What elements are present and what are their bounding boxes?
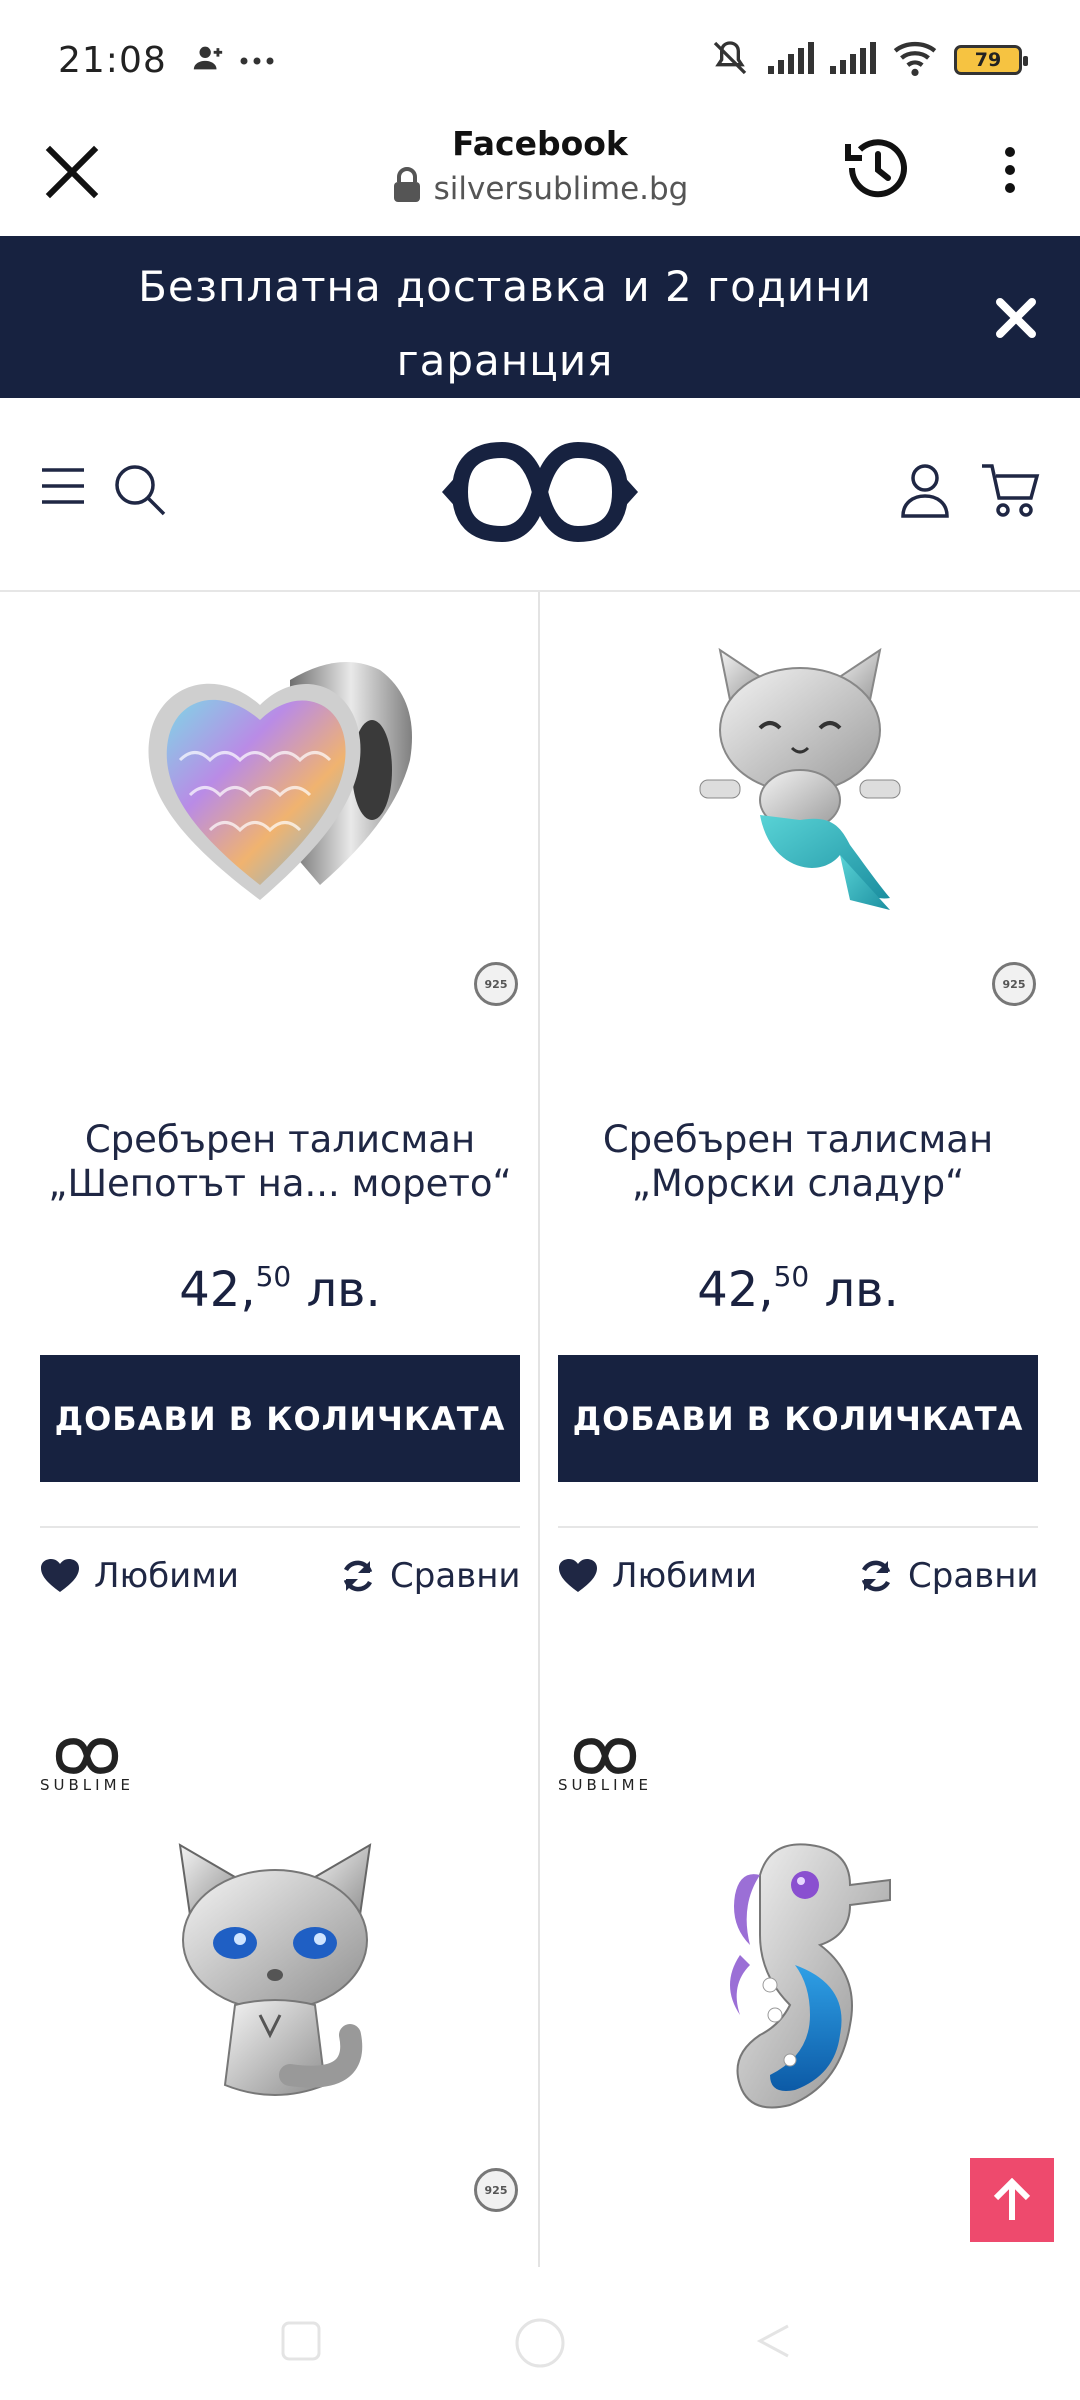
status-time: 21:08 [58, 39, 167, 81]
price-main: 42, [697, 1262, 774, 1318]
announcement-text: Безплатна доставка и 2 години гаранция [138, 262, 872, 385]
product-image-seahorse-charm[interactable] [700, 1835, 900, 2129]
search-icon[interactable] [112, 462, 168, 522]
compare-label: Сравни [390, 1556, 521, 1596]
product-title[interactable]: Сребърен талисман „Морски сладур“ [548, 1118, 1048, 1206]
account-icon[interactable] [900, 462, 950, 522]
product-image-fox-charm[interactable] [170, 1835, 380, 2129]
product-price: 42,50 лв. [40, 1260, 520, 1318]
wifi-icon [892, 40, 938, 80]
announcement-bar: Безплатна доставка и 2 години гаранция [0, 236, 1080, 398]
browser-url: silversublime.bg [433, 171, 689, 207]
price-currency: лв. [306, 1262, 381, 1318]
home-icon[interactable] [513, 2316, 567, 2374]
add-to-cart-button[interactable]: ДОБАВИ В КОЛИЧКАТА [558, 1355, 1038, 1482]
back-icon[interactable] [752, 2320, 794, 2366]
brand-mark: SUBLIME [558, 1738, 652, 1794]
browser-bar: Facebook silversublime.bg [0, 120, 1080, 236]
mute-icon [708, 38, 752, 82]
product-image-mermaid-cat-charm[interactable] [690, 640, 910, 924]
favorite-button[interactable]: Любими [558, 1556, 757, 1596]
compare-refresh-icon [861, 1560, 891, 1592]
favorite-label: Любими [94, 1556, 239, 1596]
menu-icon[interactable] [40, 466, 86, 510]
url-block[interactable]: Facebook silversublime.bg [0, 124, 1080, 211]
product-title[interactable]: Сребърен талисман „Шепотът на... морето“ [30, 1118, 530, 1206]
price-main: 42, [179, 1262, 256, 1318]
compare-refresh-icon [343, 1560, 373, 1592]
product-image-heart-charm[interactable] [140, 650, 420, 924]
product-price: 42,50 лв. [558, 1260, 1038, 1318]
site-header [0, 398, 1080, 592]
browser-title: Facebook [452, 124, 628, 163]
lock-icon [392, 167, 422, 211]
compare-label: Сравни [908, 1556, 1039, 1596]
person-add-icon [191, 41, 225, 79]
announcement-close-icon[interactable] [992, 294, 1040, 342]
compare-button[interactable]: Сравни [858, 1556, 1039, 1596]
price-currency: лв. [824, 1262, 899, 1318]
history-icon[interactable] [840, 130, 916, 206]
scroll-to-top-button[interactable] [970, 2158, 1054, 2242]
cart-icon[interactable] [980, 460, 1040, 524]
system-nav-bar [0, 2290, 1080, 2400]
card-divider [40, 1526, 520, 1528]
price-cents: 50 [773, 1260, 810, 1293]
heart-icon [559, 1559, 597, 1592]
card-divider [558, 1526, 1038, 1528]
logo-infinity-icon [55, 1738, 119, 1774]
battery-level: 79 [974, 49, 1002, 71]
grid-divider [538, 592, 540, 2267]
status-bar: 21:08 79 [0, 0, 1080, 120]
brand-mark: SUBLIME [40, 1738, 134, 1794]
signal-icon [768, 42, 814, 78]
more-dots-icon [239, 51, 275, 70]
battery-icon: 79 [954, 45, 1028, 75]
logo-infinity-icon [573, 1738, 637, 1774]
price-cents: 50 [255, 1260, 292, 1293]
more-vert-icon[interactable] [990, 142, 1030, 198]
recent-apps-icon[interactable] [280, 2320, 322, 2366]
heart-icon [41, 1559, 79, 1592]
add-to-cart-button[interactable]: ДОБАВИ В КОЛИЧКАТА [40, 1355, 520, 1482]
brand-name: SUBLIME [40, 1776, 134, 1794]
compare-button[interactable]: Сравни [340, 1556, 521, 1596]
signal-icon [830, 42, 876, 78]
arrow-up-icon [993, 2178, 1031, 2220]
silver-925-badge: 925 [992, 962, 1036, 1006]
logo-infinity-icon[interactable] [440, 441, 640, 546]
silver-925-badge: 925 [474, 962, 518, 1006]
favorite-button[interactable]: Любими [40, 1556, 239, 1596]
brand-name: SUBLIME [558, 1776, 652, 1794]
favorite-label: Любими [612, 1556, 757, 1596]
silver-925-badge: 925 [474, 2168, 518, 2212]
